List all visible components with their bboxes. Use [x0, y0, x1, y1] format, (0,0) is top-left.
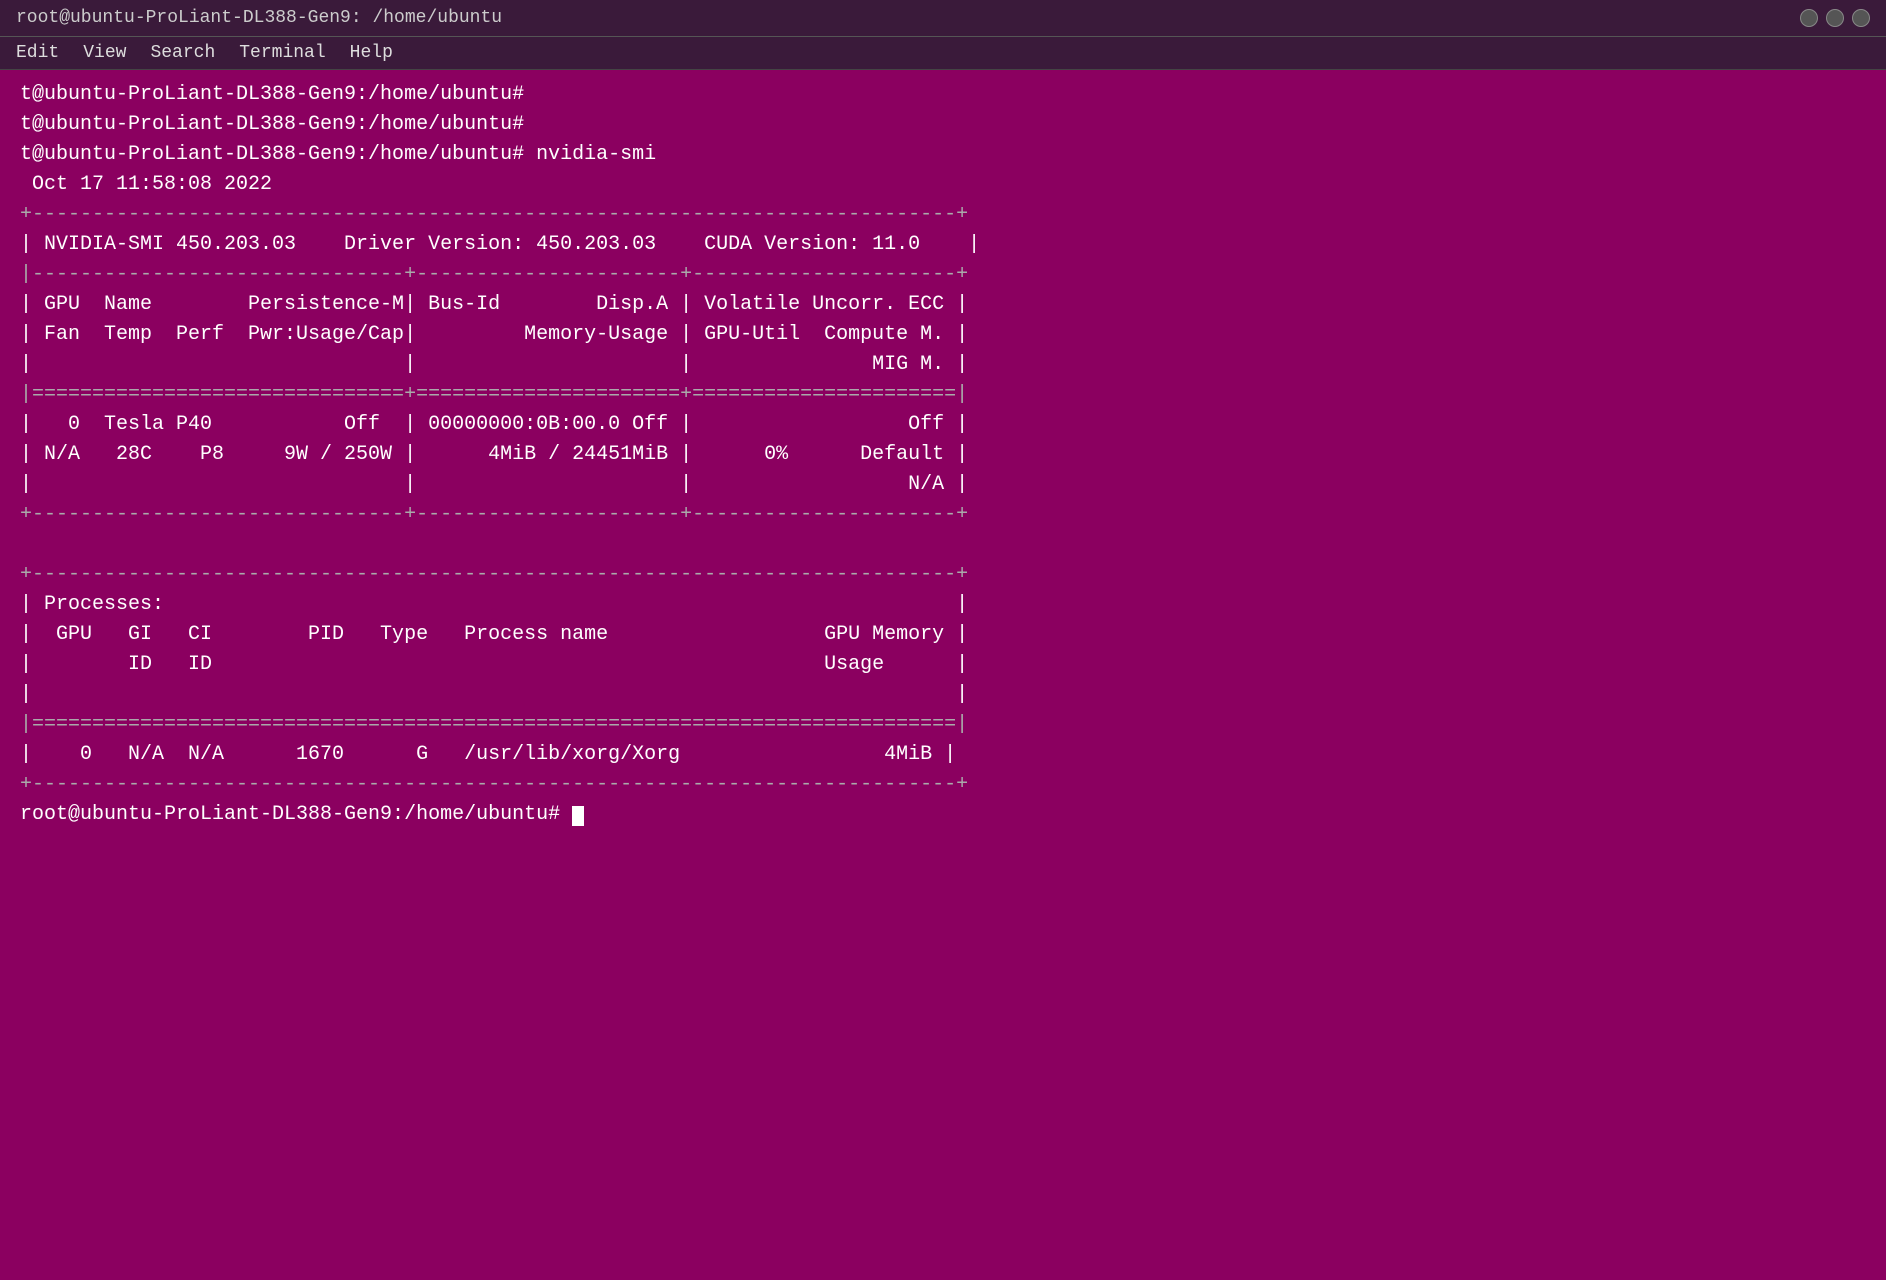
terminal-line: | 0 Tesla P40 Off | 00000000:0B:00.0 Off…: [20, 410, 1866, 440]
terminal-line: +-------------------------------+-------…: [20, 500, 1866, 530]
terminal-line: +---------------------------------------…: [20, 560, 1866, 590]
title-bar: root@ubuntu-ProLiant-DL388-Gen9: /home/u…: [0, 0, 1886, 37]
menu-edit[interactable]: Edit: [16, 43, 59, 63]
terminal-line: |===============================+=======…: [20, 380, 1866, 410]
terminal-line: root@ubuntu-ProLiant-DL388-Gen9:/home/ub…: [20, 800, 1866, 830]
terminal-line: +---------------------------------------…: [20, 200, 1866, 230]
terminal-cursor: [572, 806, 584, 826]
menu-terminal[interactable]: Terminal: [239, 43, 325, 63]
terminal-line: | | | MIG M. |: [20, 350, 1866, 380]
terminal-line: t@ubuntu-ProLiant-DL388-Gen9:/home/ubunt…: [20, 140, 1866, 170]
title-bar-title: root@ubuntu-ProLiant-DL388-Gen9: /home/u…: [16, 8, 502, 28]
terminal-line: t@ubuntu-ProLiant-DL388-Gen9:/home/ubunt…: [20, 80, 1866, 110]
menu-bar: Edit View Search Terminal Help: [0, 37, 1886, 70]
title-bar-controls: [1800, 9, 1870, 27]
terminal-content[interactable]: t@ubuntu-ProLiant-DL388-Gen9:/home/ubunt…: [0, 70, 1886, 1280]
terminal-line: | GPU Name Persistence-M| Bus-Id Disp.A …: [20, 290, 1866, 320]
minimize-button[interactable]: [1800, 9, 1818, 27]
menu-search[interactable]: Search: [150, 43, 215, 63]
terminal-line: | Fan Temp Perf Pwr:Usage/Cap| Memory-Us…: [20, 320, 1866, 350]
terminal-line: | Processes: |: [20, 590, 1866, 620]
maximize-button[interactable]: [1826, 9, 1844, 27]
terminal-window: root@ubuntu-ProLiant-DL388-Gen9: /home/u…: [0, 0, 1886, 1280]
terminal-line: | N/A 28C P8 9W / 250W | 4MiB / 24451MiB…: [20, 440, 1866, 470]
terminal-line: | NVIDIA-SMI 450.203.03 Driver Version: …: [20, 230, 1866, 260]
terminal-line: | |: [20, 680, 1866, 710]
terminal-line: | 0 N/A N/A 1670 G /usr/lib/xorg/Xorg 4M…: [20, 740, 1866, 770]
close-button[interactable]: [1852, 9, 1870, 27]
terminal-line: Oct 17 11:58:08 2022: [20, 170, 1866, 200]
terminal-line: |=======================================…: [20, 710, 1866, 740]
terminal-line: | GPU GI CI PID Type Process name GPU Me…: [20, 620, 1866, 650]
terminal-line: | | | N/A |: [20, 470, 1866, 500]
terminal-line: | ID ID Usage |: [20, 650, 1866, 680]
terminal-line: +---------------------------------------…: [20, 770, 1866, 800]
terminal-blank-line: [20, 530, 1866, 560]
terminal-line: |-------------------------------+-------…: [20, 260, 1866, 290]
terminal-line: t@ubuntu-ProLiant-DL388-Gen9:/home/ubunt…: [20, 110, 1866, 140]
menu-view[interactable]: View: [83, 43, 126, 63]
menu-help[interactable]: Help: [350, 43, 393, 63]
